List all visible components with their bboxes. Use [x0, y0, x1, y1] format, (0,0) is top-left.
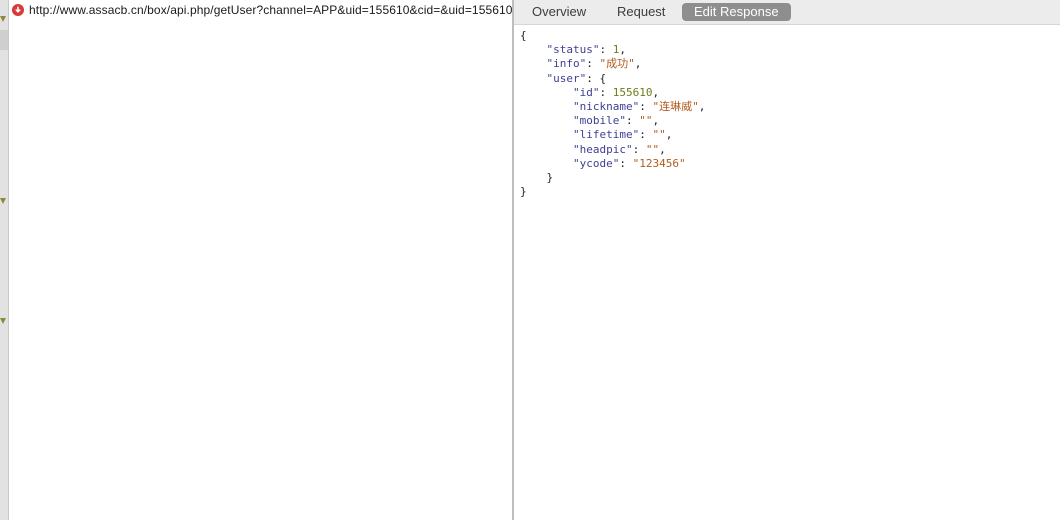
- json-punctuation: : {: [586, 71, 607, 85]
- code-line: "user": {: [520, 72, 1050, 86]
- json-punctuation: ,: [652, 85, 660, 99]
- error-icon: [12, 3, 24, 16]
- code-line: {: [520, 29, 1050, 43]
- code-line: "mobile": "",: [520, 114, 1050, 128]
- json-punctuation: ,: [634, 57, 642, 71]
- json-punctuation: {: [520, 29, 527, 42]
- json-punctuation: :: [599, 85, 613, 99]
- app-window: http://www.assacb.cn/box/api.php/getUser…: [0, 0, 1060, 520]
- code-line: "ycode": "123456": [520, 157, 1050, 171]
- code-line: "status": 1,: [520, 43, 1050, 57]
- inspector-pane: Overview Request Edit Response { "status…: [514, 0, 1060, 520]
- json-key: "user": [546, 71, 587, 85]
- json-string: "成功": [599, 57, 635, 71]
- json-punctuation: ,: [652, 114, 660, 128]
- json-punctuation: :: [639, 99, 653, 113]
- json-key: "mobile": [572, 114, 626, 128]
- code-line: }: [520, 185, 1050, 199]
- json-string: "": [639, 114, 653, 128]
- tab-request[interactable]: Request: [617, 3, 665, 21]
- disclosure-triangle-icon[interactable]: [0, 16, 6, 22]
- json-string: "123456": [632, 156, 686, 170]
- json-string: "连琳威": [652, 99, 699, 113]
- json-punctuation: :: [632, 142, 646, 156]
- json-punctuation: }: [546, 170, 554, 184]
- json-punctuation: :: [586, 57, 600, 71]
- json-key: "ycode": [572, 156, 620, 170]
- json-key: "nickname": [572, 99, 640, 113]
- json-string: "": [645, 142, 660, 156]
- json-punctuation: :: [625, 114, 640, 128]
- code-line: "info": "成功",: [520, 57, 1050, 71]
- json-punctuation: ,: [698, 99, 706, 113]
- json-punctuation: :: [639, 128, 653, 142]
- json-key: "id": [572, 85, 600, 99]
- tree-gutter: [0, 0, 9, 520]
- json-key: "headpic": [572, 142, 633, 156]
- gutter-selection-band: [0, 30, 8, 50]
- response-json-editor[interactable]: { "status": 1, "info": "成功", "user": { "…: [520, 29, 1050, 199]
- json-key: "status": [546, 43, 600, 57]
- code-line: "headpic": "",: [520, 143, 1050, 157]
- json-punctuation: ,: [619, 43, 626, 57]
- request-row[interactable]: http://www.assacb.cn/box/api.php/getUser…: [9, 0, 512, 19]
- json-punctuation: ,: [665, 128, 673, 142]
- request-url: http://www.assacb.cn/box/api.php/getUser…: [29, 2, 512, 17]
- json-punctuation: :: [619, 156, 633, 170]
- json-punctuation: }: [520, 185, 527, 199]
- json-punctuation: ,: [659, 142, 666, 156]
- json-punctuation: :: [599, 43, 613, 57]
- code-line: "lifetime": "",: [520, 128, 1050, 142]
- code-line: }: [520, 171, 1050, 185]
- request-list-pane: http://www.assacb.cn/box/api.php/getUser…: [9, 0, 512, 520]
- code-line: "id": 155610,: [520, 86, 1050, 100]
- json-string: "": [652, 128, 666, 142]
- inspector-tabbar: Overview Request Edit Response: [514, 0, 1060, 25]
- json-key: "info": [546, 57, 587, 71]
- disclosure-triangle-icon[interactable]: [0, 318, 6, 324]
- code-line: "nickname": "连琳威",: [520, 100, 1050, 114]
- tab-overview[interactable]: Overview: [532, 3, 586, 21]
- json-number: 155610: [612, 85, 653, 99]
- disclosure-triangle-icon[interactable]: [0, 198, 6, 204]
- tab-edit-response[interactable]: Edit Response: [682, 3, 791, 21]
- json-key: "lifetime": [572, 128, 640, 142]
